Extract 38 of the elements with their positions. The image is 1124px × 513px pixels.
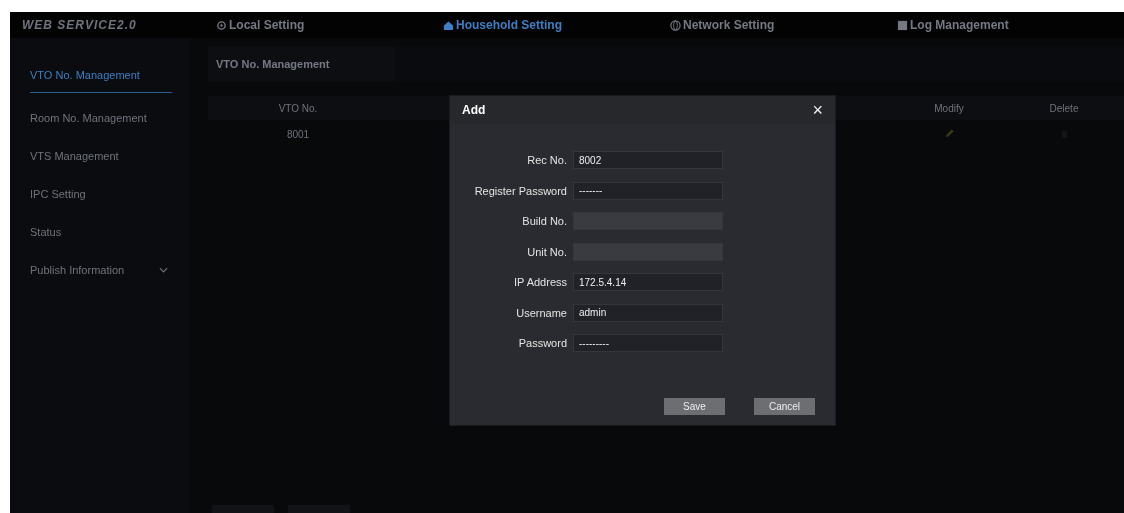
close-button[interactable]: × [812, 101, 823, 119]
sidebar-item[interactable]: IPC Setting [10, 175, 190, 213]
nav-tab[interactable]: Local Setting [216, 18, 443, 32]
globe-icon [670, 19, 681, 31]
brand-logo: WEB SERVICE2.0 [22, 18, 138, 32]
nav-tab[interactable]: Household Setting [443, 18, 670, 32]
field-label: Password [517, 337, 568, 349]
input-field[interactable]: 172.5.4.14 [573, 273, 723, 291]
nav-tab[interactable]: Log Management [897, 18, 1124, 32]
sidebar-item[interactable]: VTS Management [10, 137, 190, 175]
nav-tab[interactable]: Network Setting [670, 18, 897, 32]
gear-icon [216, 19, 227, 31]
field-label: Register Password [473, 184, 568, 197]
cancel-button[interactable]: Cancel [754, 398, 815, 415]
sidebar-item[interactable]: Status [10, 213, 190, 251]
save-button[interactable]: Save [664, 398, 725, 415]
field-label: Unit No. [526, 245, 568, 258]
table-cell-text: 8001 [285, 128, 311, 140]
content-tab[interactable]: VTO No. Management [208, 46, 394, 82]
field-label: Rec No. [526, 154, 568, 166]
dialog-title: Add [462, 103, 486, 117]
input-field[interactable]: ------- [573, 181, 723, 200]
sidebar-item[interactable]: Publish Information [10, 251, 190, 289]
column-header: VTO No. [277, 102, 319, 114]
field-label: Build No. [521, 215, 568, 227]
sidebar-item[interactable]: VTO No. Management [30, 58, 172, 93]
caret-icon [159, 267, 168, 273]
pencil-icon[interactable] [943, 127, 955, 139]
input-field[interactable]: --------- [573, 334, 723, 352]
input-field[interactable]: admin [573, 303, 723, 322]
field-label: IP Address [513, 276, 568, 288]
field-label: Username [515, 306, 568, 319]
input-field[interactable]: 8002 [573, 151, 723, 169]
house-icon [443, 19, 454, 31]
column-header: Modify [933, 102, 965, 114]
document-icon [897, 19, 908, 31]
sidebar-item[interactable]: Room No. Management [10, 99, 190, 137]
column-header: Delete [1048, 102, 1080, 114]
